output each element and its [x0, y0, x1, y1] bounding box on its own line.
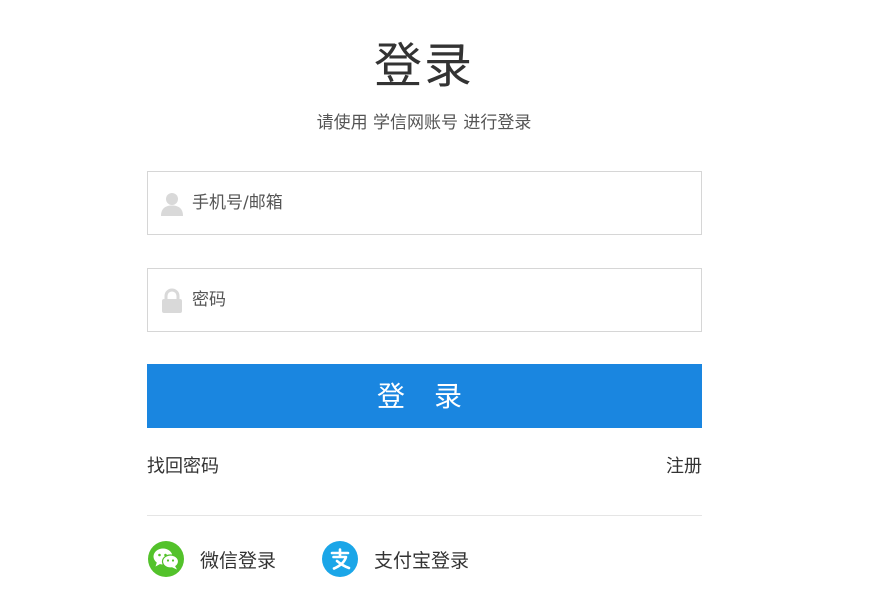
wechat-icon [148, 541, 184, 577]
divider [147, 515, 702, 516]
lock-icon [160, 288, 184, 314]
page-subtitle: 请使用 学信网账号 进行登录 [316, 113, 532, 133]
password-field[interactable] [147, 268, 702, 332]
username-field[interactable] [147, 171, 702, 235]
alipay-login-label: 支付宝登录 [374, 549, 470, 572]
wechat-login-button[interactable]: 微信登录 [148, 541, 276, 577]
forgot-password-link[interactable]: 找回密码 [147, 454, 219, 480]
username-input[interactable] [192, 172, 692, 234]
alipay-icon [322, 541, 358, 577]
user-icon [160, 191, 184, 217]
wechat-login-label: 微信登录 [200, 549, 277, 572]
login-button[interactable]: 登 录 [147, 364, 702, 428]
page-title: 登录 [373, 38, 474, 94]
register-link[interactable]: 注册 [666, 454, 702, 480]
alipay-login-button[interactable]: 支付宝登录 [322, 541, 469, 577]
password-input[interactable] [192, 269, 692, 331]
login-page: 登录 请使用 学信网账号 进行登录 登 录 找回密码 注册 [0, 0, 870, 601]
